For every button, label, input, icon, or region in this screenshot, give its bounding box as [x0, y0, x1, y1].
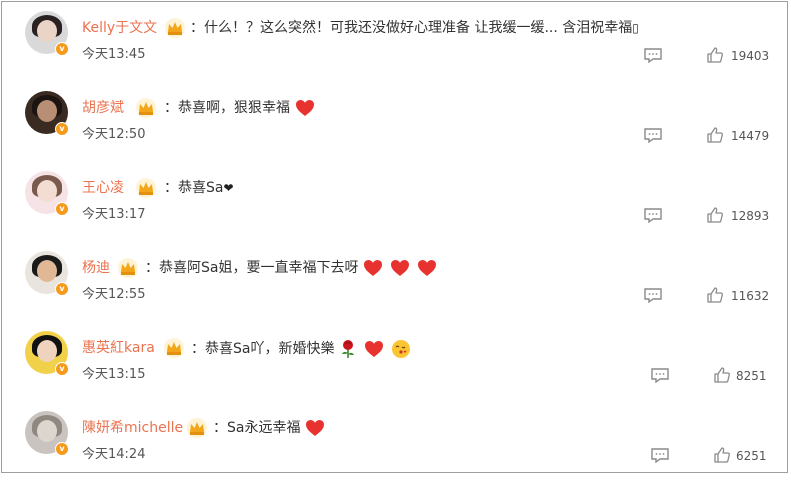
comment-text: ：恭喜Sa吖，新婚快樂	[191, 341, 335, 357]
timestamp: 今天14:24	[82, 447, 146, 462]
comment-text: ：Sa永远幸福	[213, 420, 301, 436]
like-icon[interactable]	[706, 126, 724, 144]
username[interactable]: 陳妍希michelle	[82, 419, 183, 437]
unknown-glyph: ▯	[632, 21, 639, 35]
comment-item: v Kelly于文文 ：什么！？这么突然！可我还没做好心理准备 让我缓一缓...…	[2, 11, 789, 91]
timestamp: 今天12:50	[82, 127, 146, 142]
crown-badge-icon	[118, 258, 138, 278]
comment-text: ：什么！？这么突然！可我还没做好心理准备 让我缓一缓... 含泪祝幸福	[190, 20, 633, 36]
like-count: 12893	[731, 209, 770, 223]
like-icon[interactable]	[713, 446, 731, 464]
crown-badge-icon	[165, 18, 185, 38]
crown-badge-icon	[164, 338, 184, 358]
username[interactable]: 胡彦斌	[82, 99, 124, 117]
kiss-face-icon	[392, 340, 411, 358]
verified-badge-icon: v	[55, 42, 69, 56]
like-icon[interactable]	[706, 46, 724, 64]
like-count: 11632	[731, 289, 770, 303]
black-heart-glyph: ❤	[223, 181, 234, 195]
like-icon[interactable]	[706, 206, 724, 224]
timestamp: 今天13:15	[82, 367, 146, 382]
verified-badge-icon: v	[55, 282, 69, 296]
like-icon[interactable]	[713, 366, 731, 384]
like-count: 14479	[731, 129, 770, 143]
username[interactable]: 杨迪	[82, 259, 110, 277]
comment-item: v 惠英紅kara ：恭喜Sa吖，新婚快樂 今天13:15 8251	[2, 331, 789, 411]
crown-badge-icon	[187, 418, 207, 438]
like-icon[interactable]	[706, 286, 724, 304]
like-count: 19403	[731, 49, 770, 63]
reply-icon[interactable]	[650, 447, 670, 463]
heart-icon	[418, 260, 437, 276]
comment-text: ：恭喜啊，狠狠幸福	[164, 100, 290, 116]
heart-icon	[365, 341, 384, 357]
heart-icon	[391, 260, 410, 276]
verified-badge-icon: v	[55, 362, 69, 376]
heart-icon	[306, 420, 325, 436]
verified-badge-icon: v	[55, 442, 69, 456]
rose-icon	[342, 340, 355, 358]
verified-badge-icon: v	[55, 202, 69, 216]
timestamp: 今天12:55	[82, 287, 146, 302]
reply-icon[interactable]	[643, 47, 663, 63]
comment-text: ：恭喜阿Sa姐，要一直幸福下去呀	[145, 260, 359, 276]
like-count: 8251	[736, 369, 767, 383]
reply-icon[interactable]	[650, 367, 670, 383]
username[interactable]: 王心凌	[82, 179, 124, 197]
comment-text-wrap: ：什么！？这么突然！可我还没做好心理准备 让我缓一缓... 含泪祝幸福▯	[190, 19, 639, 37]
reply-icon[interactable]	[643, 127, 663, 143]
timestamp: 今天13:17	[82, 207, 146, 222]
heart-icon	[296, 100, 314, 116]
timestamp: 今天13:45	[82, 47, 146, 62]
reply-icon[interactable]	[643, 287, 663, 303]
username[interactable]: Kelly于文文	[82, 19, 157, 37]
comment-list: v Kelly于文文 ：什么！？这么突然！可我还没做好心理准备 让我缓一缓...…	[1, 1, 788, 473]
comment-text-wrap: ：Sa永远幸福	[213, 419, 327, 437]
username[interactable]: 惠英紅kara	[82, 339, 155, 357]
comment-item: v 王心凌 ：恭喜Sa❤ 今天13:17 12893	[2, 171, 789, 251]
heart-icon	[364, 260, 383, 276]
comment-item: v 胡彦斌 ：恭喜啊，狠狠幸福 今天12:50 14479	[2, 91, 789, 171]
comment-text: ：恭喜Sa	[164, 180, 224, 196]
reply-icon[interactable]	[643, 207, 663, 223]
comment-text-wrap: ：恭喜啊，狠狠幸福	[164, 99, 317, 117]
comment-item: v 杨迪 ：恭喜阿Sa姐，要一直幸福下去呀 今天12:55 11632	[2, 251, 789, 331]
comment-text-wrap: ：恭喜阿Sa姐，要一直幸福下去呀	[145, 259, 439, 277]
crown-badge-icon	[136, 178, 156, 198]
comment-item: v 陳妍希michelle ：Sa永远幸福 今天14:24 6251	[2, 411, 789, 491]
crown-badge-icon	[136, 98, 156, 118]
like-count: 6251	[736, 449, 767, 463]
comment-text-wrap: ：恭喜Sa❤	[164, 179, 234, 197]
verified-badge-icon: v	[55, 122, 69, 136]
comment-text-wrap: ：恭喜Sa吖，新婚快樂	[191, 339, 413, 359]
